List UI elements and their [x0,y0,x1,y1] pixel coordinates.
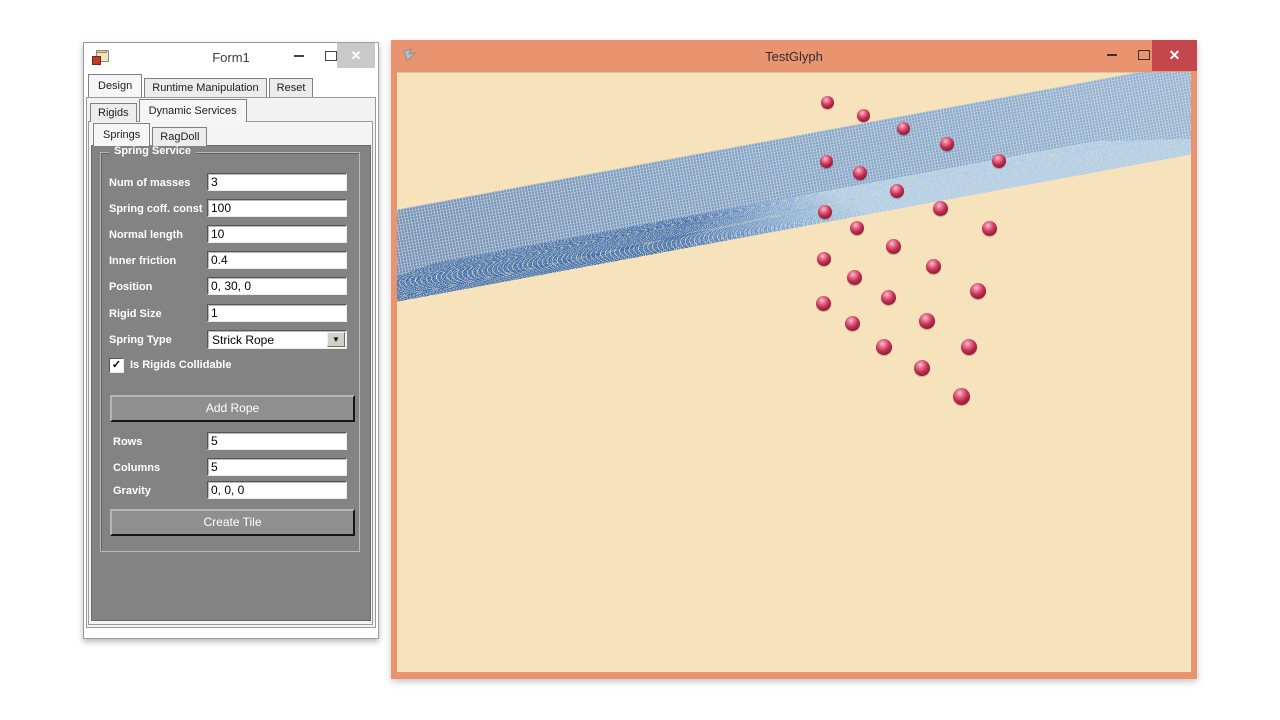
field-row: Gravity [101,481,359,501]
field-row: Rows [101,432,359,452]
tab-design[interactable]: Design [88,74,142,97]
rigid-sphere [890,184,904,198]
rigid-sphere [881,290,896,305]
columns-input[interactable] [207,458,347,476]
field-label: Rigid Size [109,308,162,320]
rigid-sphere [816,296,831,311]
field-row: Rigid Size [101,304,359,324]
rigid-sphere [876,339,892,355]
maximize-icon [1138,50,1150,60]
form1-window: Form1 ✕ Design Runtime Manipulation Rese… [83,42,379,639]
rigid-sphere [847,270,862,285]
rigid-sphere [982,221,997,236]
rigid-sphere [970,283,986,299]
checkbox-label: Is Rigids Collidable [130,359,231,371]
num-of-masses-input[interactable] [207,173,347,191]
field-label: Position [109,281,152,293]
testglyph-window: TestGlyph ✕ [391,40,1197,679]
tabstrip-main: Design Runtime Manipulation Reset [88,74,315,97]
spring-coff-const-input[interactable] [207,199,347,217]
rigid-sphere [926,259,941,274]
gravity-input[interactable] [207,481,347,499]
inner-friction-input[interactable] [207,251,347,269]
tabstrip-services: Rigids Dynamic Services [90,99,249,122]
minimize-button[interactable] [1097,40,1127,70]
field-label: Gravity [113,485,151,497]
field-row: Num of masses [101,173,359,193]
field-label: Spring coff. const [109,203,203,215]
checkbox-row: ✓ Is Rigids Collidable [109,357,231,373]
rigid-size-input[interactable] [207,304,347,322]
tab-springs[interactable]: Springs [93,123,150,146]
create-tile-button[interactable]: Create Tile [110,509,355,536]
rigid-sphere [919,313,935,329]
minimize-icon [294,55,304,57]
rigid-sphere [992,154,1006,168]
field-label: Rows [113,436,142,448]
testglyph-titlebar[interactable]: TestGlyph ✕ [391,40,1197,72]
spring-type-combobox[interactable]: Strick Rope ▼ [207,330,347,349]
field-label: Normal length [109,229,183,241]
window-title: TestGlyph [391,49,1197,64]
field-label: Columns [113,462,160,474]
scene-tilt [397,72,1191,672]
field-row: Spring coff. const [101,199,359,219]
add-rope-button[interactable]: Add Rope [110,395,355,422]
tab-runtime-manipulation[interactable]: Runtime Manipulation [144,78,266,97]
close-icon: ✕ [1169,47,1181,64]
field-label: Inner friction [109,255,176,267]
position-input[interactable] [207,277,347,295]
field-row: Spring Type Strick Rope ▼ [101,330,359,350]
chevron-down-icon[interactable]: ▼ [327,332,345,347]
tab-dynamic-services[interactable]: Dynamic Services [139,99,247,122]
rigid-sphere [818,205,832,219]
rigid-sphere [914,360,930,376]
rigid-sphere [817,252,831,266]
field-label: Spring Type [109,334,172,346]
field-row: Position [101,277,359,297]
rigid-sphere [821,96,834,109]
tab-rigids[interactable]: Rigids [90,103,137,122]
rigid-sphere [886,239,901,254]
tab-ragdoll[interactable]: RagDoll [152,127,207,146]
rigid-sphere [853,166,867,180]
rows-input[interactable] [207,432,347,450]
rigid-sphere [933,201,948,216]
tabstrip-springs: Springs RagDoll [93,123,209,146]
minimize-button[interactable] [284,43,314,68]
rigid-sphere [857,109,870,122]
tab-reset[interactable]: Reset [269,78,314,97]
spring-service-groupbox: Spring Service Num of masses Spring coff… [100,152,360,552]
rigid-sphere [820,155,833,168]
springs-panel: Spring Service Num of masses Spring coff… [91,145,371,621]
rigid-sphere [897,122,910,135]
field-row: Inner friction [101,251,359,271]
field-label: Num of masses [109,177,190,189]
close-icon: ✕ [351,48,362,64]
close-button[interactable]: ✕ [1152,40,1197,71]
groupbox-title: Spring Service [109,145,196,157]
rigid-sphere [845,316,860,331]
desktop: Form1 ✕ Design Runtime Manipulation Rese… [0,0,1280,720]
minimize-icon [1107,54,1117,56]
glyph-scene[interactable] [397,72,1191,672]
combobox-value: Strick Rope [212,333,274,347]
is-rigids-collidable-checkbox[interactable]: ✓ [109,358,124,373]
rigid-sphere [850,221,864,235]
rigid-sphere [953,388,970,405]
field-row: Columns [101,458,359,478]
normal-length-input[interactable] [207,225,347,243]
close-button[interactable]: ✕ [337,43,375,68]
form1-titlebar[interactable]: Form1 ✕ [84,43,378,73]
maximize-icon [325,51,337,61]
rigid-sphere [940,137,954,151]
rigid-sphere [961,339,977,355]
field-row: Normal length [101,225,359,245]
